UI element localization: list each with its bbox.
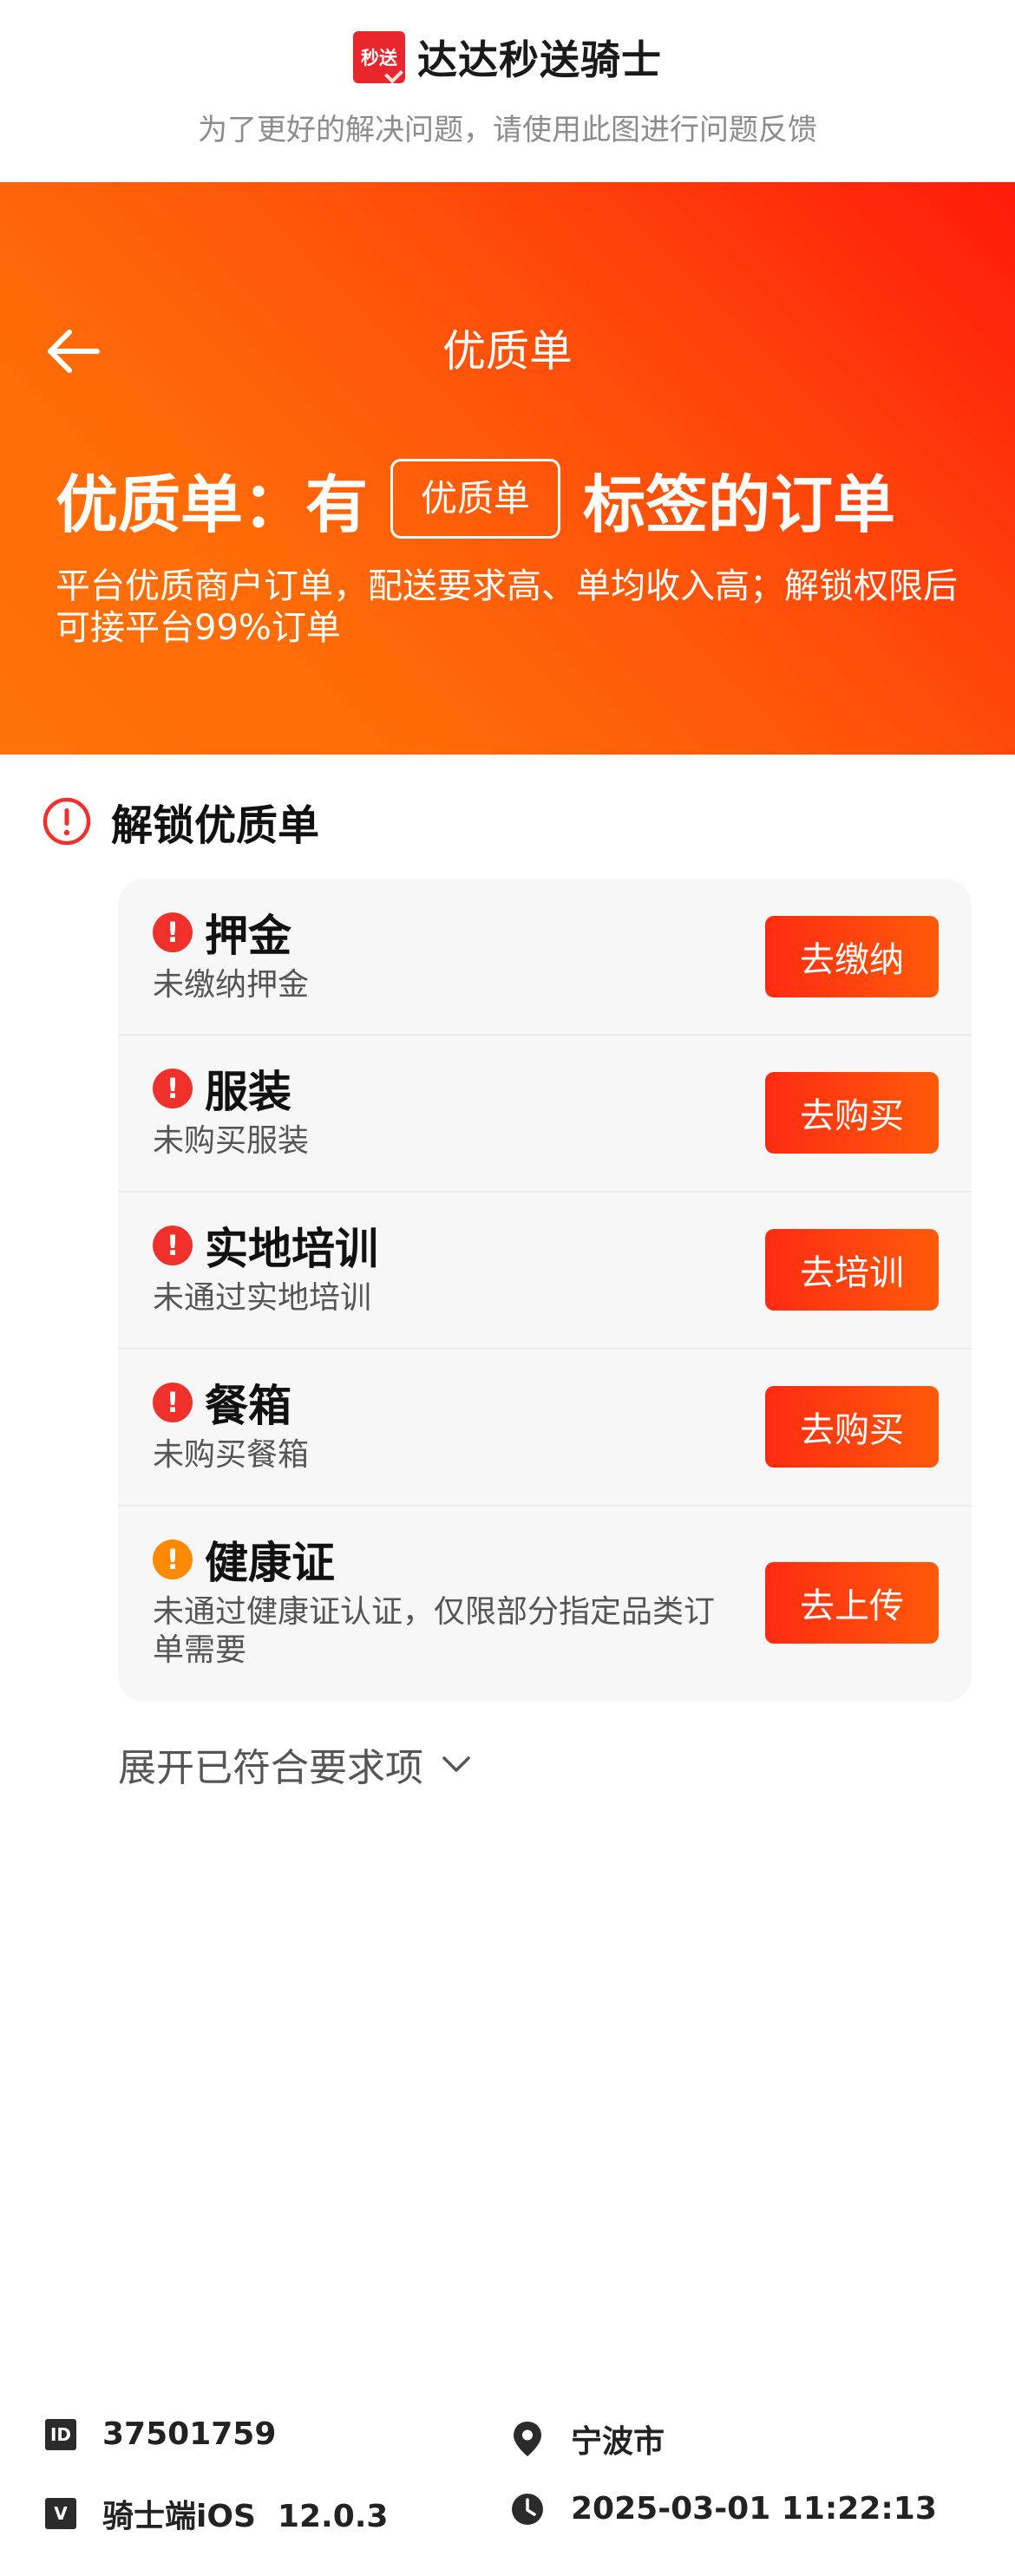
item-subtitle: 未购买服装: [153, 1123, 310, 1159]
unlock-title: 解锁优质单: [111, 801, 320, 850]
requirement-item-food-box: ! 餐箱 未购买餐箱 去购买: [118, 1350, 972, 1507]
hero-banner: 优质单 优质单：有 优质单 标签的订单 平台优质商户订单，配送要求高、单均收入高…: [0, 182, 1015, 755]
requirement-item-training: ! 实地培训 未通过实地培训 去培训: [118, 1193, 972, 1350]
expand-label: 展开已符合要求项: [118, 1746, 423, 1790]
rider-id-info: ID 37501759: [45, 2416, 276, 2452]
brand-row: 秒送 达达秒送骑士: [0, 29, 1015, 85]
page-title: 优质单: [442, 326, 573, 376]
item-subtitle: 未通过实地培训: [153, 1280, 372, 1316]
alert-circle-icon: [43, 797, 91, 846]
timestamp-info: 2025-03-01 11:22:13: [510, 2491, 937, 2527]
rider-id: 37501759: [102, 2416, 277, 2452]
item-subtitle: 未通过健康证认证，仅限部分指定品类订单需要: [153, 1594, 716, 1668]
item-subtitle: 未缴纳押金: [153, 967, 310, 1003]
item-title-row: ! 健康证: [153, 1533, 335, 1588]
quality-order-tag: 优质单: [390, 459, 561, 539]
city-name: 宁波市: [571, 2424, 665, 2460]
hero-headline: 优质单：有 优质单 标签的订单: [56, 455, 895, 542]
clock-icon: [512, 2493, 543, 2525]
item-title: 实地培训: [205, 1224, 378, 1274]
timestamp: 2025-03-01 11:22:13: [571, 2491, 937, 2527]
brand-logo: 秒送: [353, 31, 405, 83]
screen: 秒送 达达秒送骑士 为了更好的解决问题，请使用此图进行问题反馈 优质单 优质单：…: [0, 0, 1015, 2576]
headline-prefix: 优质单：有: [56, 467, 369, 541]
item-title-row: ! 押金: [153, 906, 291, 961]
requirements-card: ! 押金 未缴纳押金 去缴纳 ! 服装 未购买服装 去购买 ! 实地培训 未通过…: [118, 879, 972, 1702]
pay-deposit-button[interactable]: 去缴纳: [765, 916, 939, 997]
headline-suffix: 标签的订单: [583, 467, 896, 541]
item-title-row: ! 服装: [153, 1062, 291, 1117]
buy-food-box-button[interactable]: 去购买: [765, 1386, 939, 1468]
location-pin-icon: [514, 2422, 541, 2456]
buy-uniform-button[interactable]: 去购买: [765, 1072, 939, 1154]
alert-icon: !: [153, 1383, 193, 1422]
id-badge-icon: ID: [45, 2418, 76, 2450]
version-badge-icon: V: [45, 2498, 76, 2529]
item-title: 餐箱: [205, 1381, 291, 1431]
hero-description: 平台优质商户订单，配送要求高、单均收入高；解锁权限后可接平台99%订单: [56, 566, 958, 648]
item-title-row: ! 餐箱: [153, 1376, 291, 1431]
warning-icon: !: [153, 1540, 193, 1579]
feedback-tip: 为了更好的解决问题，请使用此图进行问题反馈: [198, 113, 817, 147]
upload-health-cert-button[interactable]: 去上传: [765, 1562, 939, 1644]
brand-header: 秒送 达达秒送骑士 为了更好的解决问题，请使用此图进行问题反馈: [0, 0, 1015, 182]
item-title-row: ! 实地培训: [153, 1219, 378, 1274]
city-info: 宁波市: [510, 2416, 665, 2462]
app-version: 骑士端iOS 12.0.3: [102, 2499, 389, 2534]
go-training-button[interactable]: 去培训: [765, 1229, 939, 1311]
alert-icon: !: [153, 1226, 193, 1265]
brand-name: 达达秒送骑士: [417, 36, 662, 83]
brand-logo-text: 秒送: [361, 48, 397, 69]
alert-icon: !: [153, 912, 193, 952]
requirement-item-deposit: ! 押金 未缴纳押金 去缴纳: [118, 879, 972, 1036]
item-title: 服装: [205, 1067, 291, 1117]
chevron-down-icon: [442, 1756, 470, 1772]
requirement-item-health-cert: ! 健康证 未通过健康证认证，仅限部分指定品类订单需要 去上传: [118, 1507, 972, 1702]
expand-qualified-items[interactable]: 展开已符合要求项: [118, 1736, 474, 1792]
item-subtitle: 未购买餐箱: [153, 1437, 310, 1473]
app-version-info: V 骑士端iOS 12.0.3: [45, 2491, 389, 2536]
alert-icon: !: [153, 1069, 193, 1108]
requirement-item-uniform: ! 服装 未购买服装 去购买: [118, 1036, 972, 1193]
item-title: 押金: [205, 911, 291, 961]
item-title: 健康证: [205, 1538, 335, 1588]
unlock-section-header: 解锁优质单: [42, 791, 319, 852]
